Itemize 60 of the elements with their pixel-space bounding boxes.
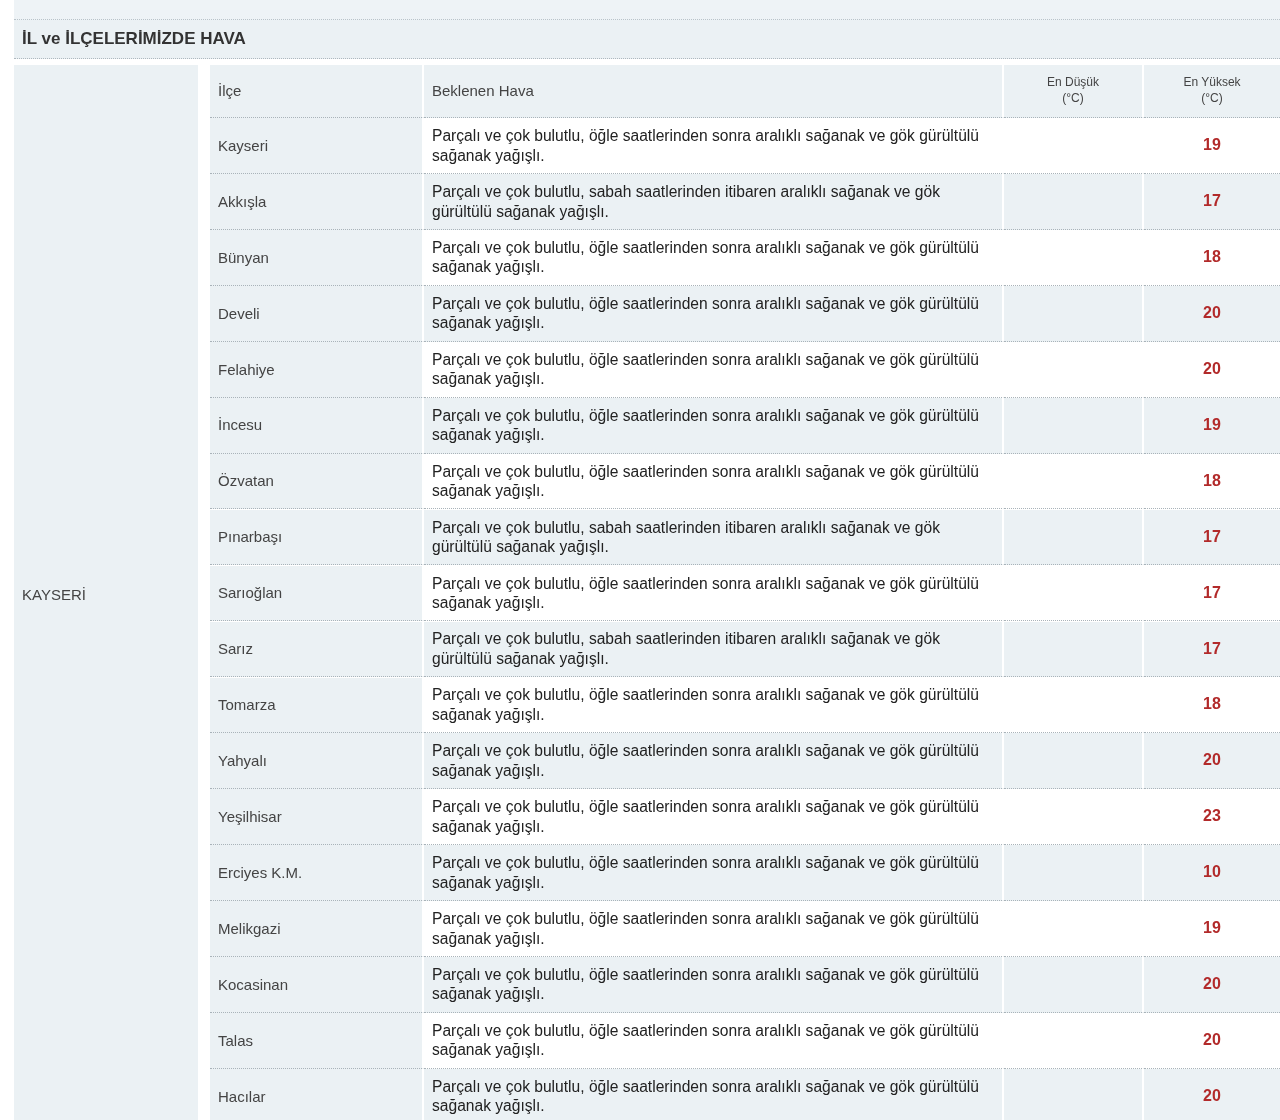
- forecast-text: Parçalı ve çok bulutlu, öğle saatlerinden sonra aralıklı sağanak ve gök gürültülü sağanak yağışlı.: [432, 405, 980, 445]
- forecast-text: Parçalı ve çok bulutlu, öğle saatlerinden sonra aralıklı sağanak ve gök gürültülü sağanak yağışlı.: [432, 238, 980, 277]
- max-temperature: 19: [1203, 135, 1221, 156]
- province-name: KAYSERİ: [22, 585, 86, 605]
- district-name: Yahyalı: [218, 751, 267, 771]
- forecast-text: Parçalı ve çok bulutlu, öğle saatlerinden sonra aralıklı sağanak ve gök gürültülü sağanak yağışlı.: [432, 126, 980, 166]
- column-header: En Düşük (°C): [1047, 75, 1099, 107]
- district-name: Kocasinan: [218, 974, 289, 995]
- district-name: Erciyes K.M.: [218, 862, 303, 883]
- max-temperature: 20: [1203, 750, 1221, 771]
- district-name: Felahiye: [218, 359, 275, 380]
- max-temperature: 17: [1203, 526, 1221, 547]
- max-temperature: 20: [1203, 358, 1221, 379]
- max-temperature: 19: [1203, 918, 1221, 939]
- column-header: En Yüksek (°C): [1183, 75, 1241, 107]
- forecast-text: Parçalı ve çok bulutlu, sabah saatlerinden itibaren aralıklı sağanak ve gök gürültülü sağanak yağışlı.: [432, 517, 941, 557]
- forecast-text: Parçalı ve çok bulutlu, öğle saatlerinden sonra aralıklı sağanak ve gök gürültülü sağanak yağışlı.: [432, 1020, 980, 1060]
- column-header: Beklenen Hava: [432, 81, 534, 101]
- district-name: İncesu: [218, 415, 263, 435]
- max-temperature: 23: [1203, 806, 1221, 827]
- district-name: Sarız: [218, 639, 253, 659]
- max-temperature: 17: [1203, 638, 1221, 659]
- forecast-text: Parçalı ve çok bulutlu, öğle saatlerinden sonra aralıklı sağanak ve gök gürültülü sağanak yağışlı.: [432, 797, 980, 837]
- district-name: Sarıoğlan: [218, 583, 283, 603]
- district-name: Özvatan: [218, 471, 274, 491]
- forecast-text: Parçalı ve çok bulutlu, öğle saatlerinden sonra aralıklı sağanak ve gök gürültülü sağanak yağışlı.: [432, 853, 980, 893]
- max-temperature: 20: [1203, 974, 1221, 995]
- district-name: Bünyan: [218, 247, 269, 268]
- max-temperature: 20: [1203, 303, 1221, 323]
- forecast-text: Parçalı ve çok bulutlu, sabah saatlerinden itibaren aralıklı sağanak ve gök gürültülü sağanak yağışlı.: [432, 182, 941, 222]
- max-temperature: 17: [1203, 582, 1221, 603]
- forecast-text: Parçalı ve çok bulutlu, öğle saatlerinden sonra aralıklı sağanak ve gök gürültülü sağanak yağışlı.: [432, 349, 980, 389]
- forecast-text: Parçalı ve çok bulutlu, öğle saatlerinden sonra aralıklı sağanak ve gök gürültülü sağanak yağışlı.: [432, 573, 980, 613]
- district-name: Melikgazi: [218, 918, 281, 939]
- forecast-text: Parçalı ve çok bulutlu, öğle saatlerinden sonra aralıklı sağanak ve gök gürültülü sağanak yağışlı.: [432, 293, 980, 333]
- max-temperature: 20: [1203, 1085, 1221, 1106]
- forecast-text: Parçalı ve çok bulutlu, öğle saatlerinden sonra aralıklı sağanak ve gök gürültülü sağanak yağışlı.: [432, 741, 980, 781]
- max-temperature: 10: [1203, 862, 1221, 883]
- forecast-text: Parçalı ve çok bulutlu, öğle saatlerinden sonra aralıklı sağanak ve gök gürültülü sağanak yağışlı.: [432, 1076, 980, 1116]
- max-temperature: 20: [1203, 1030, 1221, 1050]
- district-name: Develi: [218, 303, 260, 324]
- max-temperature: 18: [1203, 694, 1221, 715]
- forecast-text: Parçalı ve çok bulutlu, öğle saatlerinden sonra aralıklı sağanak ve gök gürültülü sağanak yağışlı.: [432, 965, 980, 1004]
- max-temperature: 18: [1203, 247, 1221, 268]
- forecast-text: Parçalı ve çok bulutlu, öğle saatlerinden sonra aralıklı sağanak ve gök gürültülü sağanak yağışlı.: [432, 461, 980, 501]
- district-name: Hacılar: [218, 1086, 266, 1107]
- forecast-text: Parçalı ve çok bulutlu, sabah saatlerinden itibaren aralıklı sağanak ve gök gürültülü sağanak yağışlı.: [432, 629, 941, 669]
- max-temperature: 18: [1203, 470, 1221, 491]
- district-name: Kayseri: [218, 135, 269, 156]
- column-header: İlçe: [218, 81, 242, 101]
- forecast-text: Parçalı ve çok bulutlu, öğle saatlerinden sonra aralıklı sağanak ve gök gürültülü sağanak yağışlı.: [432, 685, 980, 725]
- max-temperature: 19: [1203, 414, 1221, 435]
- district-name: Yeşilhisar: [218, 806, 282, 827]
- max-temperature: 17: [1203, 191, 1221, 212]
- forecast-text: Parçalı ve çok bulutlu, öğle saatlerinden sonra aralıklı sağanak ve gök gürültülü sağanak yağışlı.: [432, 909, 980, 949]
- section-title: İL ve İLÇELERİMİZDE HAVA: [14, 20, 1280, 59]
- district-name: Akkışla: [218, 191, 267, 212]
- district-name: Talas: [218, 1030, 254, 1051]
- district-name: Tomarza: [218, 695, 276, 715]
- district-name: Pınarbaşı: [218, 527, 283, 547]
